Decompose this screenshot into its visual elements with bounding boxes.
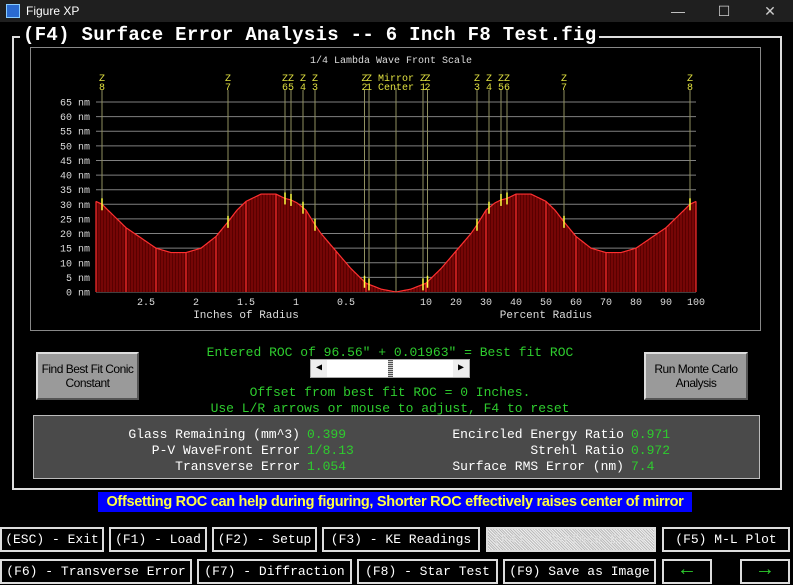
zernike-number: 7 <box>225 83 231 94</box>
y-tick-label: 25 nm <box>60 215 90 226</box>
rms-error-value: 7.4 <box>631 459 655 474</box>
y-tick-label: 5 nm <box>66 274 90 285</box>
minimize-button[interactable]: — <box>655 0 701 22</box>
pv-error-value: 1/8.13 <box>307 443 354 458</box>
right-x-tick-label: 40 <box>510 298 522 309</box>
strehl-label: Strehl Ratio <box>530 443 624 458</box>
prev-arrow-button[interactable]: ← <box>662 559 712 584</box>
pv-error-label: P-V WaveFront Error <box>151 443 300 458</box>
zernike-number: 6 <box>282 83 288 94</box>
y-tick-label: 45 nm <box>60 157 90 168</box>
y-tick-label: 55 nm <box>60 128 90 139</box>
right-x-tick-label: 90 <box>660 298 672 309</box>
glass-remaining-label: Glass Remaining (mm^3) <box>128 427 300 442</box>
monte-carlo-button[interactable]: Run Monte Carlo Analysis <box>644 352 748 400</box>
hint-message: Offsetting ROC can help during figuring,… <box>98 492 692 512</box>
surface-error-button[interactable]: (F4) - Surface Error <box>486 527 656 552</box>
transverse-error-value: 1.054 <box>307 459 347 474</box>
y-tick-label: 10 nm <box>60 259 90 270</box>
save-image-button[interactable]: (F9) Save as Image <box>503 559 656 584</box>
zernike-number: 3 <box>474 83 480 94</box>
zernike-number: 3 <box>312 83 318 94</box>
left-x-tick-label: 1.5 <box>237 298 255 309</box>
y-tick-label: 35 nm <box>60 186 90 197</box>
zernike-number: 4 <box>486 83 492 94</box>
center-label: Center <box>378 83 414 94</box>
slider-thumb[interactable] <box>388 360 393 377</box>
zernike-number: 2 <box>424 83 430 94</box>
left-x-tick-label: 2 <box>193 298 199 309</box>
slider-right-arrow[interactable]: ▶ <box>453 360 469 377</box>
transverse-error-label: Transverse Error <box>175 459 300 474</box>
y-tick-label: 65 nm <box>60 99 90 110</box>
zernike-number: 5 <box>288 83 294 94</box>
chart-svg: 1/4 Lambda Wave Front Scale65 nm60 nm55 … <box>60 55 705 322</box>
zernike-number: 4 <box>300 83 306 94</box>
app-icon <box>6 4 20 18</box>
rms-error-label: Surface RMS Error (nm) <box>452 459 624 474</box>
roc-text: Entered ROC of 96.56" + 0.01963" = Best … <box>206 345 574 360</box>
load-button[interactable]: (F1) - Load <box>109 527 207 552</box>
exit-button[interactable]: (ESC) - Exit <box>0 527 104 552</box>
star-test-button[interactable]: (F8) - Star Test <box>357 559 498 584</box>
glass-remaining-value: 0.399 <box>307 427 347 442</box>
find-conic-button[interactable]: Find Best Fit Conic Constant <box>36 352 139 400</box>
y-tick-label: 50 nm <box>60 142 90 153</box>
right-x-tick-label: 100 <box>687 298 705 309</box>
y-tick-label: 0 nm <box>66 289 90 300</box>
right-x-tick-label: 80 <box>630 298 642 309</box>
zernike-number: 7 <box>561 83 567 94</box>
surface-error-chart: 1/4 Lambda Wave Front Scale 65 nm 60 nm 55 … <box>30 47 761 331</box>
right-x-tick-label: 50 <box>540 298 552 309</box>
stats-panel: Glass Remaining (mm^3) 0.399 P-V WaveFro… <box>33 415 760 479</box>
close-button[interactable]: ✕ <box>747 0 793 22</box>
next-arrow-button[interactable]: → <box>740 559 790 584</box>
chart-title: 1/4 Lambda Wave Front Scale <box>310 55 472 67</box>
zernike-number: 2 <box>361 83 367 94</box>
y-tick-label: 15 nm <box>60 245 90 256</box>
transverse-error-button[interactable]: (F6) - Transverse Error <box>0 559 192 584</box>
right-x-tick-label: 30 <box>480 298 492 309</box>
setup-button[interactable]: (F2) - Setup <box>212 527 317 552</box>
right-x-tick-label: 70 <box>600 298 612 309</box>
y-tick-label: 20 nm <box>60 230 90 241</box>
maximize-button[interactable]: ☐ <box>701 0 747 22</box>
title-bar: Figure XP — ☐ ✕ <box>0 0 793 22</box>
encircled-energy-value: 0.971 <box>631 427 671 442</box>
window-title: Figure XP <box>26 4 80 18</box>
right-x-tick-label: 60 <box>570 298 582 309</box>
ml-plot-button[interactable]: (F5) M-L Plot <box>662 527 790 552</box>
right-x-tick-label: 20 <box>450 298 462 309</box>
diffraction-button[interactable]: (F7) - Diffraction <box>197 559 352 584</box>
slider-left-arrow[interactable]: ◀ <box>311 360 327 377</box>
encircled-energy-label: Encircled Energy Ratio <box>452 427 624 442</box>
y-tick-label: 30 nm <box>60 201 90 212</box>
y-tick-label: 60 nm <box>60 113 90 124</box>
arrow-right-icon: → <box>758 559 771 582</box>
zernike-number: 8 <box>687 83 693 94</box>
right-x-tick-label: 10 <box>420 298 432 309</box>
left-x-tick-label: 1 <box>293 298 299 309</box>
offset-text: Offset from best fit ROC = 0 Inches. <box>249 385 531 400</box>
arrow-left-icon: ← <box>680 559 693 582</box>
strehl-value: 0.972 <box>631 443 671 458</box>
roc-slider[interactable]: ◀ ▶ <box>310 359 470 378</box>
left-axis-label: Inches of Radius <box>193 310 299 322</box>
left-x-tick-label: 0.5 <box>337 298 355 309</box>
zernike-number: 6 <box>504 83 510 94</box>
y-tick-label: 40 nm <box>60 172 90 183</box>
ke-readings-button[interactable]: (F3) - KE Readings <box>322 527 480 552</box>
right-axis-label: Percent Radius <box>500 310 592 322</box>
left-x-tick-label: 2.5 <box>137 298 155 309</box>
help-text: Use L/R arrows or mouse to adjust, F4 to… <box>210 401 570 416</box>
page-title: (F4) Surface Error Analysis -- 6 Inch F8… <box>20 24 600 46</box>
zernike-number: 8 <box>99 83 105 94</box>
